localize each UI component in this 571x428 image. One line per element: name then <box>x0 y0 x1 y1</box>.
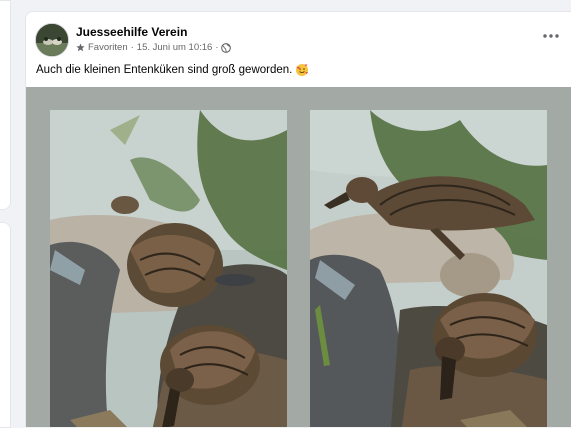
more-options-icon <box>543 34 559 38</box>
duck-photo-left[interactable] <box>50 110 287 427</box>
post-media <box>26 87 571 427</box>
avatar[interactable] <box>35 23 69 57</box>
duck-photo-image <box>50 110 287 427</box>
post-text: Auch die kleinen Entenküken sind groß ge… <box>36 64 309 76</box>
author-name[interactable]: Juesseehilfe Verein <box>76 25 187 39</box>
post-meta: Favoriten · 15. Juni um 10:16 · <box>76 42 232 53</box>
avatar-image <box>36 24 68 56</box>
audience-label[interactable]: Favoriten <box>88 42 128 53</box>
globe-icon[interactable] <box>221 42 232 53</box>
more-options-button[interactable] <box>540 28 562 44</box>
sidebar-card-fragment <box>0 222 11 428</box>
meta-separator: · <box>130 42 134 53</box>
post-card: Juesseehilfe Verein Favoriten · 15. Juni… <box>25 11 571 427</box>
star-icon <box>76 43 85 52</box>
post-header: Juesseehilfe Verein Favoriten · 15. Juni… <box>26 12 571 88</box>
post-timestamp[interactable]: 15. Juni um 10:16 <box>137 42 213 53</box>
smiling-face-with-hearts-emoji <box>296 64 309 76</box>
meta-separator: · <box>215 42 219 53</box>
sidebar-card-fragment <box>0 0 11 210</box>
duck-photo-image <box>310 110 547 427</box>
duck-photo-right[interactable] <box>310 110 547 427</box>
post-text-content: Auch die kleinen Entenküken sind groß ge… <box>36 64 293 76</box>
